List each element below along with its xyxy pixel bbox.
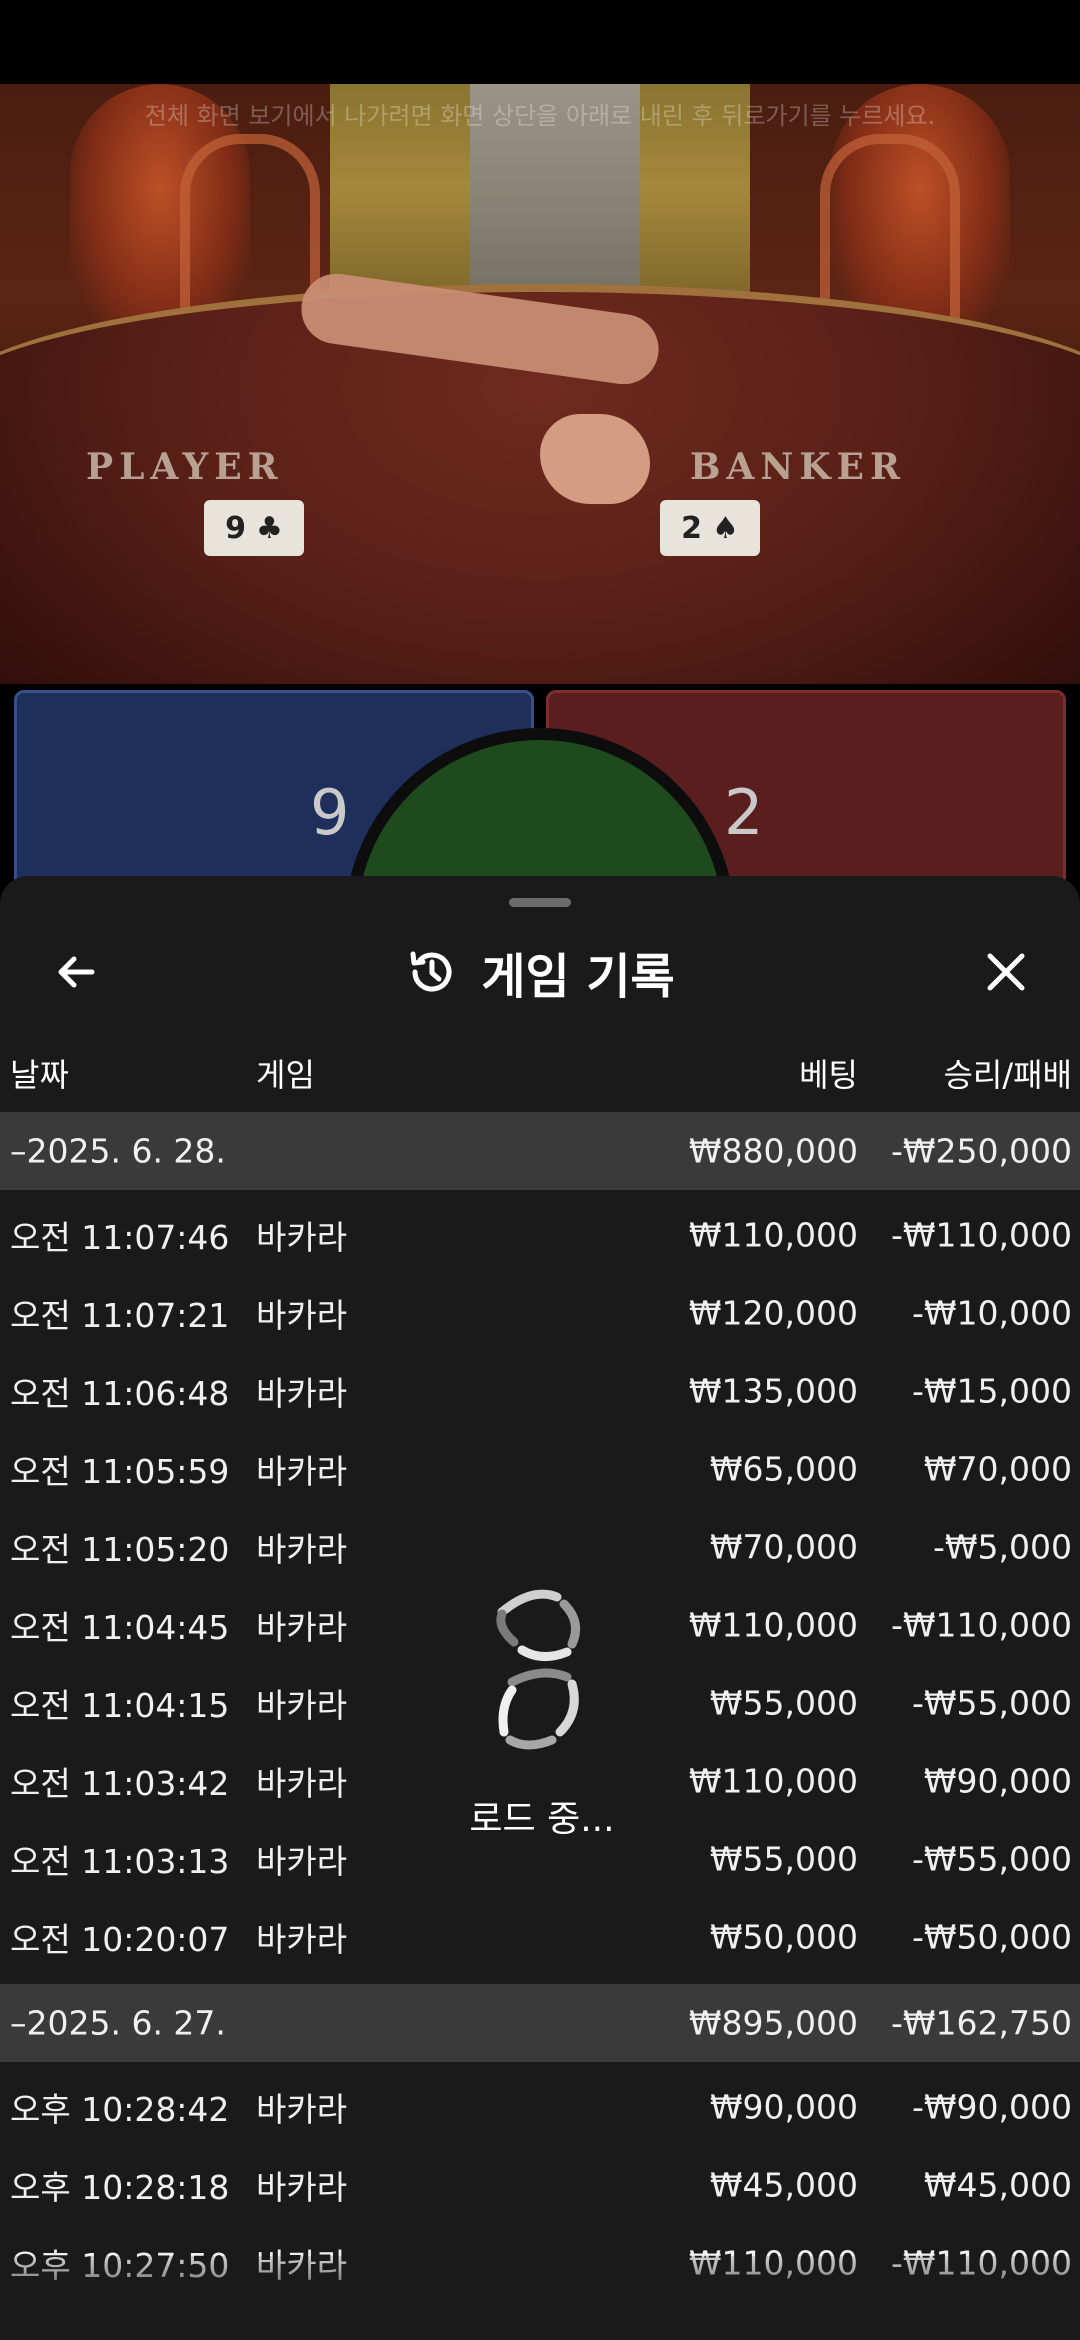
row-result: ₩45,000	[923, 2165, 1072, 2205]
row-time: 오전 11:04:45	[10, 1608, 230, 1647]
row-bet: ₩65,000	[709, 1449, 858, 1489]
row-game: 바카라	[256, 1764, 348, 1803]
group-total-result: -₩162,750	[890, 2003, 1072, 2043]
row-game: 바카라	[256, 1452, 348, 1491]
row-time: 오전 11:05:20	[10, 1530, 230, 1569]
row-time: 오후 10:28:42	[10, 2090, 230, 2129]
row-result: -₩15,000	[911, 1371, 1072, 1411]
row-game: 바카라	[256, 1842, 348, 1881]
row-time: 오전 11:03:42	[10, 1764, 230, 1803]
date-group-header[interactable]: –2025. 6. 27. ₩895,000 -₩162,750	[0, 1984, 1080, 2062]
close-button[interactable]	[970, 936, 1042, 1008]
row-time: 오전 11:07:21	[10, 1296, 230, 1335]
row-time: 오후 10:28:18	[10, 2168, 230, 2207]
row-result: -₩10,000	[911, 1293, 1072, 1333]
row-bet: ₩90,000	[709, 2087, 858, 2127]
row-result: -₩50,000	[911, 1917, 1072, 1957]
status-bar	[0, 0, 1080, 84]
row-time: 오전 11:06:48	[10, 1374, 230, 1413]
drag-handle[interactable]	[509, 898, 571, 907]
group-total-bet: ₩895,000	[688, 2003, 858, 2043]
banker-card: 2 ♠	[660, 500, 760, 556]
row-result: -₩55,000	[911, 1683, 1072, 1723]
history-row[interactable]: 오전 11:07:46 바카라 ₩110,000 -₩110,000	[0, 1196, 1080, 1274]
row-result: ₩70,000	[923, 1449, 1072, 1489]
history-row[interactable]: 오후 10:28:18 바카라 ₩45,000 ₩45,000	[0, 2146, 1080, 2224]
row-game: 바카라	[256, 2168, 348, 2207]
row-game: 바카라	[256, 1686, 348, 1725]
loading-indicator: 로드 중...	[452, 1582, 632, 1842]
sheet-title: 게임 기록	[481, 949, 675, 1005]
row-bet: ₩45,000	[709, 2165, 858, 2205]
date-group-header[interactable]: –2025. 6. 28. ₩880,000 -₩250,000	[0, 1112, 1080, 1190]
row-game: 바카라	[256, 1530, 348, 1569]
row-time: 오전 10:20:07	[10, 1920, 230, 1959]
row-time: 오전 11:03:13	[10, 1842, 230, 1881]
column-header-date: 날짜	[10, 1056, 69, 1094]
history-icon	[410, 951, 452, 992]
row-game: 바카라	[256, 1374, 348, 1413]
player-score: 9	[310, 776, 350, 849]
row-result: -₩55,000	[911, 1839, 1072, 1879]
row-result: -₩90,000	[911, 2087, 1072, 2127]
loading-spinner-icon	[496, 1589, 581, 1750]
row-bet: ₩120,000	[688, 1293, 858, 1333]
row-result: -₩110,000	[890, 1215, 1072, 1255]
group-date: –2025. 6. 27.	[10, 2003, 226, 2043]
column-header-result: 승리/패배	[943, 1056, 1072, 1094]
list-fade-overlay	[0, 2256, 1080, 2340]
banker-score: 2	[724, 776, 764, 849]
player-card: 9 ♣	[204, 500, 304, 556]
row-game: 바카라	[256, 1296, 348, 1335]
loading-label: 로드 중...	[469, 1799, 615, 1840]
row-time: 오전 11:04:15	[10, 1686, 230, 1725]
row-bet: ₩135,000	[688, 1371, 858, 1411]
history-row[interactable]: 오전 11:05:59 바카라 ₩65,000 ₩70,000	[0, 1430, 1080, 1508]
row-game: 바카라	[256, 2090, 348, 2129]
row-bet: ₩50,000	[709, 1917, 858, 1957]
player-table-label: PLAYER	[86, 446, 284, 488]
row-game: 바카라	[256, 1920, 348, 1959]
row-time: 오전 11:07:46	[10, 1218, 230, 1257]
column-header-game: 게임	[256, 1056, 315, 1094]
group-total-bet: ₩880,000	[688, 1131, 858, 1171]
fullscreen-exit-hint: 전체 화면 보기에서 나가려면 화면 상단을 아래로 내린 후 뒤로가기를 누르…	[144, 102, 936, 130]
row-result: ₩90,000	[923, 1761, 1072, 1801]
row-bet: ₩110,000	[688, 1215, 858, 1255]
history-row[interactable]: 오전 10:20:07 바카라 ₩50,000 -₩50,000	[0, 1898, 1080, 1976]
row-bet: ₩55,000	[709, 1839, 858, 1879]
row-bet: ₩110,000	[688, 1761, 858, 1801]
live-video: PLAYER BANKER 9 ♣ 2 ♠	[0, 84, 1080, 684]
history-row[interactable]: 오전 11:07:21 바카라 ₩120,000 -₩10,000	[0, 1274, 1080, 1352]
row-result: -₩5,000	[932, 1527, 1072, 1567]
row-game: 바카라	[256, 1218, 348, 1257]
row-game: 바카라	[256, 1608, 348, 1647]
column-header-bet: 베팅	[799, 1056, 858, 1094]
banker-table-label: BANKER	[690, 446, 906, 488]
dealer-hand	[540, 414, 650, 504]
history-row[interactable]: 오후 10:28:42 바카라 ₩90,000 -₩90,000	[0, 2068, 1080, 2146]
game-history-sheet: 게임 기록 날짜 게임 베팅 승리/패배 –2025. 6. 28. ₩880,…	[0, 876, 1080, 2340]
sheet-header: 게임 기록	[0, 930, 1080, 1014]
row-result: -₩110,000	[890, 1605, 1072, 1645]
group-date: –2025. 6. 28.	[10, 1131, 226, 1171]
history-row[interactable]: 오전 11:05:20 바카라 ₩70,000 -₩5,000	[0, 1508, 1080, 1586]
row-bet: ₩55,000	[709, 1683, 858, 1723]
row-time: 오전 11:05:59	[10, 1452, 230, 1491]
history-row[interactable]: 오전 11:06:48 바카라 ₩135,000 -₩15,000	[0, 1352, 1080, 1430]
group-total-result: -₩250,000	[890, 1131, 1072, 1171]
row-bet: ₩110,000	[688, 1605, 858, 1645]
close-icon	[987, 953, 1025, 991]
row-bet: ₩70,000	[709, 1527, 858, 1567]
